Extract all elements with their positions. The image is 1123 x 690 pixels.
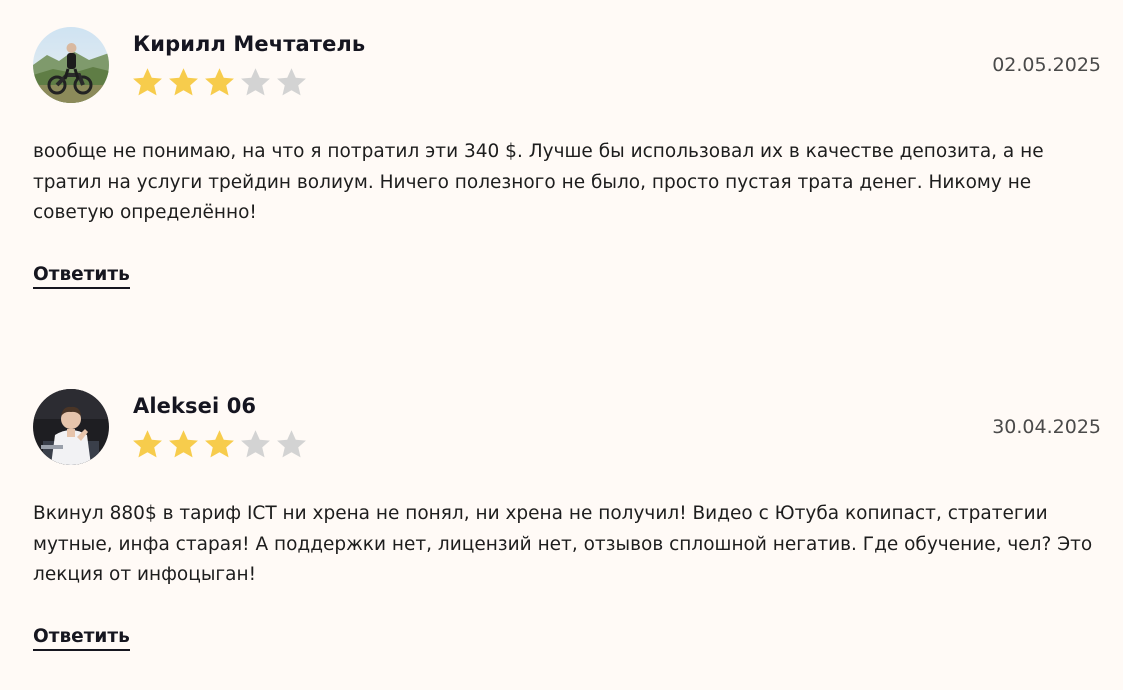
star-empty-icon — [241, 430, 270, 458]
review-text: вообще не понимаю, на что я потратил эти… — [33, 141, 1044, 223]
star-rating — [131, 66, 308, 100]
star-filled-icon — [169, 68, 198, 96]
review-date: 30.04.2025 — [992, 416, 1101, 438]
reply-link[interactable]: Ответить — [33, 626, 130, 651]
avatar-photo-man — [33, 389, 109, 465]
star-empty-icon — [241, 68, 270, 96]
avatar — [33, 27, 109, 103]
review-date: 02.05.2025 — [992, 54, 1101, 76]
star-filled-icon — [205, 68, 234, 96]
star-rating — [131, 428, 308, 462]
avatar — [33, 389, 109, 465]
review-item: Aleksei 06 30.04.2025 Вкинул 880$ в тари… — [33, 389, 1101, 689]
star-empty-icon — [277, 68, 306, 96]
review-text: Вкинул 880$ в тариф ICT ни хрена не поня… — [33, 503, 1093, 585]
star-filled-icon — [169, 430, 198, 458]
avatar-photo-motorcycle — [33, 27, 109, 103]
reply-link[interactable]: Ответить — [33, 264, 130, 289]
reviews-list: Кирилл Мечтатель 02.05.2025 вообще не по… — [0, 0, 1123, 690]
author-name: Кирилл Мечтатель — [133, 32, 366, 56]
star-empty-icon — [277, 430, 306, 458]
star-filled-icon — [133, 68, 162, 96]
review-item: Кирилл Мечтатель 02.05.2025 вообще не по… — [33, 27, 1101, 327]
star-filled-icon — [205, 430, 234, 458]
author-name: Aleksei 06 — [133, 394, 257, 418]
star-filled-icon — [133, 430, 162, 458]
